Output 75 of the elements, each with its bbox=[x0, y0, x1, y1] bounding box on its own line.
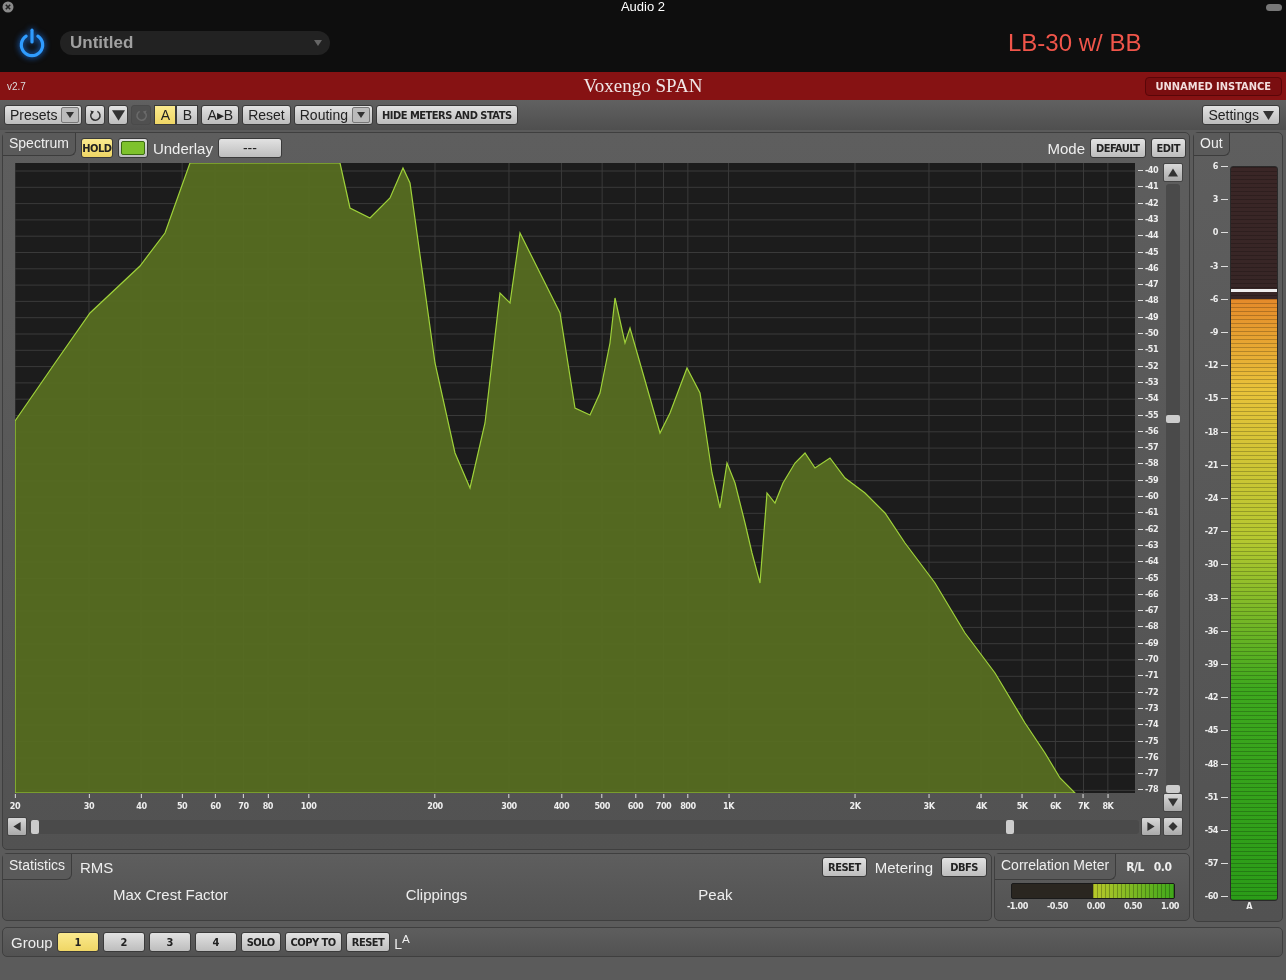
metering-label: Metering bbox=[874, 858, 933, 876]
copy-to-button[interactable]: COPY TO bbox=[284, 932, 342, 952]
up-arrow-icon bbox=[1168, 168, 1178, 177]
stat-column-label: Max Crest Factor bbox=[113, 886, 230, 903]
spectrum-tab[interactable]: Spectrum bbox=[3, 133, 76, 156]
correlation-tick-label: 0.00 bbox=[1086, 901, 1105, 911]
stat-type-label: RMS bbox=[80, 858, 114, 876]
scroll-down-button[interactable] bbox=[1163, 793, 1183, 812]
scroll-thumb[interactable] bbox=[1005, 820, 1014, 834]
ab-tab[interactable]: A bbox=[154, 105, 177, 125]
window-title: Audio 2 bbox=[620, 0, 666, 14]
copy-ab-button[interactable]: A▸B bbox=[201, 105, 240, 125]
mode-button[interactable]: DEFAULT bbox=[1090, 138, 1146, 158]
caret-icon bbox=[314, 40, 322, 46]
group-button[interactable]: 4 bbox=[194, 932, 237, 952]
instance-name-button[interactable]: UNNAMED INSTANCE bbox=[1144, 76, 1282, 96]
stats-reset-button[interactable]: RESET bbox=[822, 857, 867, 877]
correlation-tick-label: -1.00 bbox=[1007, 901, 1028, 911]
color-button[interactable] bbox=[117, 138, 148, 158]
ab-tab[interactable]: B bbox=[176, 105, 199, 125]
channel-indicator: L$^{A}$ bbox=[394, 932, 410, 952]
hold-button[interactable]: HOLD bbox=[80, 138, 113, 158]
channel-label: R/L bbox=[1126, 860, 1144, 874]
preset-dropdown[interactable]: Untitled bbox=[60, 31, 330, 55]
out-tab[interactable]: Out bbox=[1194, 133, 1230, 156]
statistics-tab[interactable]: Statistics bbox=[3, 854, 72, 880]
caret-icon bbox=[1263, 110, 1274, 120]
scroll-thumb[interactable] bbox=[1166, 415, 1180, 424]
reset-button[interactable]: Reset bbox=[242, 105, 291, 125]
history-dropdown-button[interactable] bbox=[108, 105, 129, 125]
hide-meters-button[interactable]: HIDE METERS AND STATS bbox=[376, 105, 518, 125]
vertical-scroll-track[interactable] bbox=[1166, 184, 1180, 793]
group-button[interactable]: 2 bbox=[102, 932, 145, 952]
scroll-thumb[interactable] bbox=[31, 820, 39, 834]
track-name: LB-30 w/ BB bbox=[1008, 29, 1142, 57]
undo-button[interactable] bbox=[85, 105, 106, 125]
right-arrow-icon bbox=[1146, 822, 1156, 831]
zoom-reset-button[interactable] bbox=[1163, 817, 1183, 836]
channel-label: A bbox=[1246, 901, 1252, 911]
correlation-tab[interactable]: Correlation Meter bbox=[995, 854, 1117, 880]
diamond-icon bbox=[1168, 822, 1178, 831]
group-reset-button[interactable]: RESET bbox=[345, 932, 391, 952]
version-label: v2.7 bbox=[7, 80, 26, 92]
caret-icon bbox=[111, 108, 125, 122]
stat-column-label: Peak bbox=[698, 886, 734, 903]
down-arrow-icon bbox=[1168, 798, 1178, 807]
group-label: Group bbox=[11, 933, 53, 951]
group-button[interactable]: 3 bbox=[148, 932, 191, 952]
caret-icon bbox=[357, 112, 365, 118]
scroll-left-button[interactable] bbox=[7, 817, 27, 836]
correlation-tick-label: 0.50 bbox=[1123, 901, 1142, 911]
mode-button[interactable]: EDIT bbox=[1150, 138, 1186, 158]
plugin-name: Voxengo SPAN bbox=[583, 75, 703, 97]
undo-icon bbox=[88, 108, 102, 122]
left-arrow-icon bbox=[12, 822, 22, 831]
close-icon[interactable] bbox=[2, 1, 14, 13]
solo-button[interactable]: SOLO bbox=[240, 932, 281, 952]
scroll-thumb[interactable] bbox=[1166, 785, 1180, 793]
scroll-up-button[interactable] bbox=[1163, 163, 1183, 182]
underlay-label: Underlay bbox=[152, 139, 213, 157]
presets-button[interactable]: Presets bbox=[4, 105, 83, 125]
correlation-tick-label: -0.50 bbox=[1046, 901, 1068, 911]
mode-label: Mode bbox=[1047, 139, 1085, 157]
caret-icon bbox=[66, 112, 75, 118]
horizontal-scroll-track[interactable] bbox=[29, 820, 1139, 834]
correlation-value: 0.0 bbox=[1153, 860, 1172, 874]
settings-button[interactable]: Settings bbox=[1202, 105, 1280, 125]
metering-button[interactable]: DBFS bbox=[941, 857, 987, 877]
group-button[interactable]: 1 bbox=[56, 932, 99, 952]
redo-icon bbox=[134, 108, 148, 122]
correlation-tick-label: 1.00 bbox=[1160, 901, 1179, 911]
underlay-dropdown[interactable]: --- bbox=[217, 138, 282, 158]
scroll-right-button[interactable] bbox=[1141, 817, 1161, 836]
routing-button[interactable]: Routing bbox=[293, 105, 373, 125]
stat-column-label: Clippings bbox=[405, 886, 469, 903]
